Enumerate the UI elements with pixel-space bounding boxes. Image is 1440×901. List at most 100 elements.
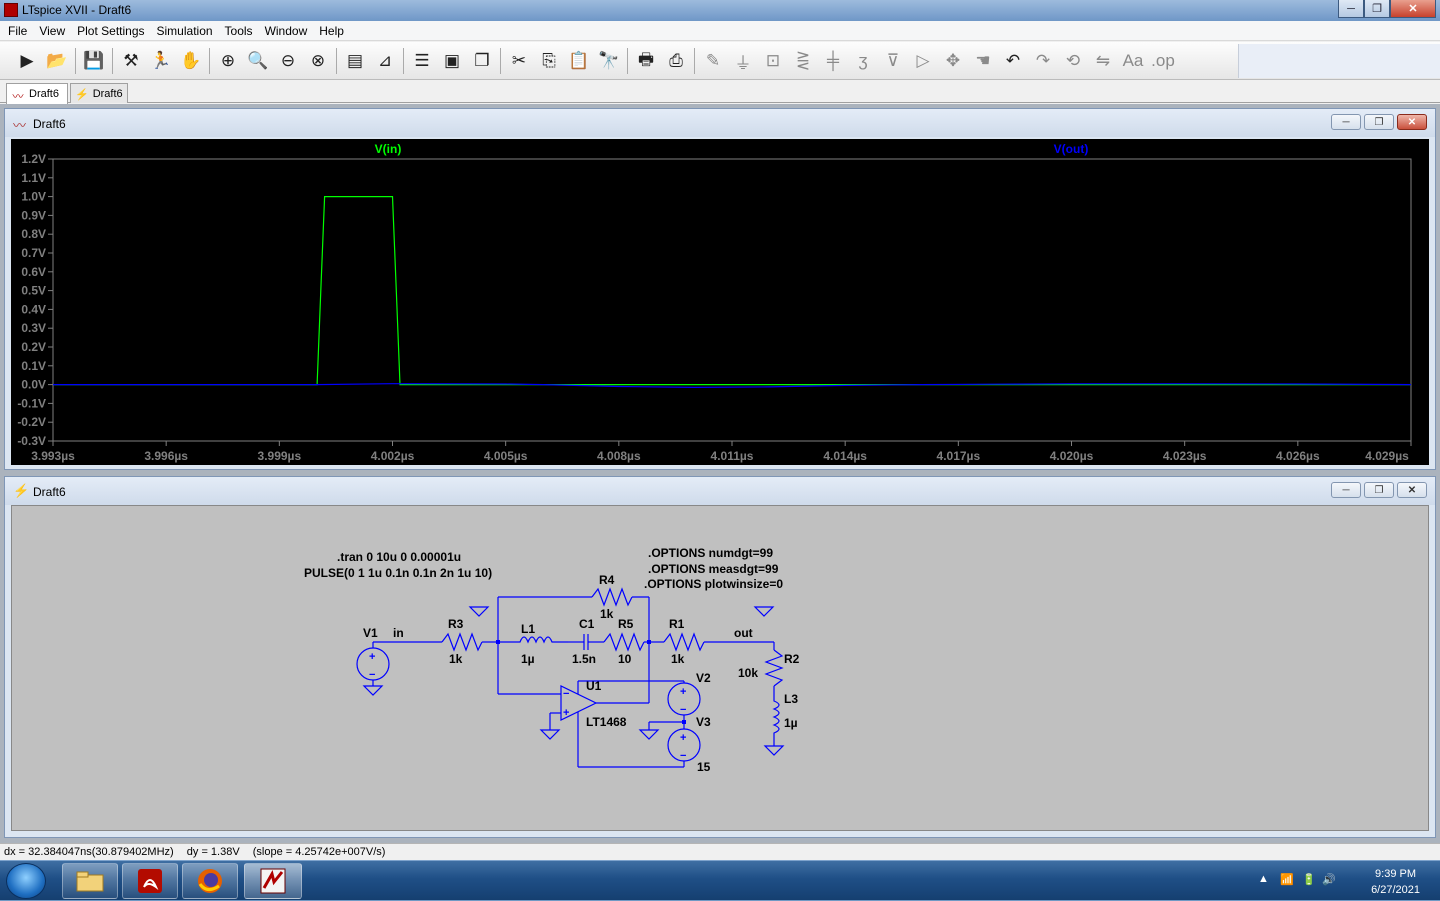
tile-horizontal-icon[interactable]: ☰ bbox=[407, 47, 437, 75]
menu-tools[interactable]: Tools bbox=[219, 24, 259, 38]
print-icon[interactable]: 🖶 bbox=[631, 47, 661, 75]
new-schematic-icon[interactable]: ▶ bbox=[12, 47, 42, 75]
y-tick-label: 0.7V bbox=[21, 246, 46, 260]
open-icon[interactable]: 📂 bbox=[42, 47, 72, 75]
zoom-fit-icon[interactable]: ⊗ bbox=[303, 47, 333, 75]
close-button[interactable]: ✕ bbox=[1390, 0, 1436, 18]
schematic-canvas[interactable]: + − + − + − − + .tran 0 10u 0 0.00001u PULSE… bbox=[11, 505, 1429, 831]
zoom-pan-icon[interactable]: 🔍 bbox=[243, 47, 273, 75]
menu-view[interactable]: View bbox=[33, 24, 71, 38]
undo-icon[interactable]: ↶ bbox=[998, 47, 1028, 75]
show-hidden-icons-icon[interactable]: ▲ bbox=[1258, 873, 1269, 885]
find-icon[interactable]: 🔭 bbox=[594, 47, 624, 75]
menu-simulation[interactable]: Simulation bbox=[151, 24, 219, 38]
waveform-close-button[interactable]: ✕ bbox=[1397, 114, 1427, 130]
menu-plot-settings[interactable]: Plot Settings bbox=[71, 24, 150, 38]
menu-file[interactable]: File bbox=[2, 24, 33, 38]
tab-waveform-draft6[interactable]: 〰 Draft6 bbox=[6, 83, 68, 104]
l1-symbol[interactable] bbox=[498, 636, 568, 644]
x-tick-label: 4.011µs bbox=[711, 449, 754, 463]
legend-vout[interactable]: V(out) bbox=[1054, 142, 1089, 156]
r4-symbol[interactable] bbox=[591, 587, 633, 607]
options-plotwinsize[interactable]: .OPTIONS plotwinsize=0 bbox=[644, 577, 783, 591]
clock[interactable]: 9:39 PM 6/27/2021 bbox=[1371, 866, 1420, 898]
r2-value: 10k bbox=[738, 666, 758, 680]
options-measdgt[interactable]: .OPTIONS measdgt=99 bbox=[648, 562, 779, 576]
window-title: LTspice XVII - Draft6 bbox=[22, 3, 132, 17]
zoom-out-icon[interactable]: ⊖ bbox=[273, 47, 303, 75]
autorange-icon[interactable]: ▤ bbox=[340, 47, 370, 75]
rotate-icon[interactable]: ⟲ bbox=[1058, 47, 1088, 75]
cut-icon[interactable]: ✂ bbox=[504, 47, 534, 75]
waveform-minimize-button[interactable]: ─ bbox=[1331, 114, 1361, 130]
r2-symbol[interactable] bbox=[764, 649, 784, 687]
component-icon[interactable]: ▷ bbox=[908, 47, 938, 75]
options-numdgt[interactable]: .OPTIONS numdgt=99 bbox=[648, 546, 773, 560]
tab-schematic-draft6[interactable]: ⚡ Draft6 bbox=[70, 83, 128, 103]
pick-traces-icon[interactable]: ⊿ bbox=[370, 47, 400, 75]
capacitor-icon[interactable]: ╪ bbox=[818, 47, 848, 75]
maximize-button[interactable]: ❐ bbox=[1364, 0, 1390, 18]
x-tick-label: 3.996µs bbox=[144, 449, 188, 463]
acrobat-icon[interactable] bbox=[122, 863, 178, 899]
tile-vertical-icon[interactable]: ▣ bbox=[437, 47, 467, 75]
net-in-label: in bbox=[393, 626, 404, 640]
zoom-in-icon[interactable]: ⊕ bbox=[213, 47, 243, 75]
schematic-minimize-button[interactable]: ─ bbox=[1331, 482, 1361, 498]
series-line-vin[interactable] bbox=[53, 195, 1411, 386]
l3-label: L3 bbox=[784, 692, 798, 706]
schematic-wires bbox=[356, 587, 785, 768]
r3-symbol[interactable] bbox=[441, 632, 483, 652]
copy-icon[interactable]: ⎘ bbox=[534, 47, 564, 75]
r4-label: R4 bbox=[599, 573, 615, 587]
cascade-icon[interactable]: ❐ bbox=[467, 47, 497, 75]
svg-text:−: − bbox=[563, 688, 569, 700]
control-panel-icon[interactable]: ⚒ bbox=[116, 47, 146, 75]
volume-icon[interactable]: 🔊 bbox=[1322, 873, 1336, 886]
y-tick-label: 0.8V bbox=[21, 227, 46, 241]
wire-icon[interactable]: ✎ bbox=[698, 47, 728, 75]
r1-symbol[interactable] bbox=[663, 632, 705, 652]
x-tick-label: 3.993µs bbox=[31, 449, 75, 463]
r5-symbol[interactable] bbox=[603, 632, 645, 652]
inductor-icon[interactable]: ʒ bbox=[848, 47, 878, 75]
run-icon[interactable]: 🏃 bbox=[146, 47, 176, 75]
power-icon[interactable]: 🔋 bbox=[1302, 873, 1316, 886]
resistor-icon[interactable]: ⋛ bbox=[788, 47, 818, 75]
ground-icon[interactable]: ⏚ bbox=[728, 47, 758, 75]
halt-icon[interactable]: ✋ bbox=[176, 47, 206, 75]
plot-pane[interactable]: V(in) V(out) 1.2V 1.1V 1.0V 0.9V 0.8V 0.7V 0.6… bbox=[11, 139, 1429, 465]
redo-icon[interactable]: ↷ bbox=[1028, 47, 1058, 75]
schematic-signs: + − + − + − − + bbox=[369, 651, 686, 762]
spice-directive-icon[interactable]: .op bbox=[1148, 47, 1178, 75]
minimize-button[interactable]: ─ bbox=[1338, 0, 1364, 18]
status-slope: (slope = 4.25742e+007V/s) bbox=[252, 846, 386, 858]
status-bar: dx = 32.384047ns(30.879402MHz) dy = 1.38… bbox=[0, 843, 1440, 860]
drag-icon[interactable]: ☚ bbox=[968, 47, 998, 75]
pulse-directive[interactable]: PULSE(0 1 1u 0.1n 0.1n 2n 1u 10) bbox=[304, 566, 492, 580]
schematic-close-button[interactable]: ✕ bbox=[1397, 482, 1427, 498]
l3-symbol[interactable] bbox=[772, 686, 780, 746]
network-icon[interactable]: 📶 bbox=[1280, 873, 1294, 886]
diode-icon[interactable]: ⊽ bbox=[878, 47, 908, 75]
ltspice-icon[interactable] bbox=[244, 863, 302, 899]
schematic-drawing[interactable]: + − + − + − − + .tran 0 10u 0 0.00001u PULSE… bbox=[12, 506, 1430, 832]
label-net-icon[interactable]: ⊡ bbox=[758, 47, 788, 75]
schematic-restore-button[interactable]: ❐ bbox=[1364, 482, 1394, 498]
y-tick-label: -0.1V bbox=[17, 396, 46, 410]
tran-directive[interactable]: .tran 0 10u 0 0.00001u bbox=[337, 550, 461, 564]
paste-icon[interactable]: 📋 bbox=[564, 47, 594, 75]
firefox-icon[interactable] bbox=[182, 863, 238, 899]
text-icon[interactable]: Aa bbox=[1118, 47, 1148, 75]
legend-vin[interactable]: V(in) bbox=[375, 142, 402, 156]
save-icon[interactable]: 💾 bbox=[79, 47, 109, 75]
menu-help[interactable]: Help bbox=[313, 24, 350, 38]
waveform-restore-button[interactable]: ❐ bbox=[1364, 114, 1394, 130]
print-setup-icon[interactable]: ⎙ bbox=[661, 47, 691, 75]
move-icon[interactable]: ✥ bbox=[938, 47, 968, 75]
mirror-icon[interactable]: ⇋ bbox=[1088, 47, 1118, 75]
menu-window[interactable]: Window bbox=[259, 24, 314, 38]
start-button[interactable] bbox=[6, 863, 46, 899]
waveform-plot[interactable]: V(in) V(out) 1.2V 1.1V 1.0V 0.9V 0.8V 0.7V 0.6… bbox=[11, 139, 1429, 465]
windows-explorer-icon[interactable] bbox=[62, 863, 118, 899]
